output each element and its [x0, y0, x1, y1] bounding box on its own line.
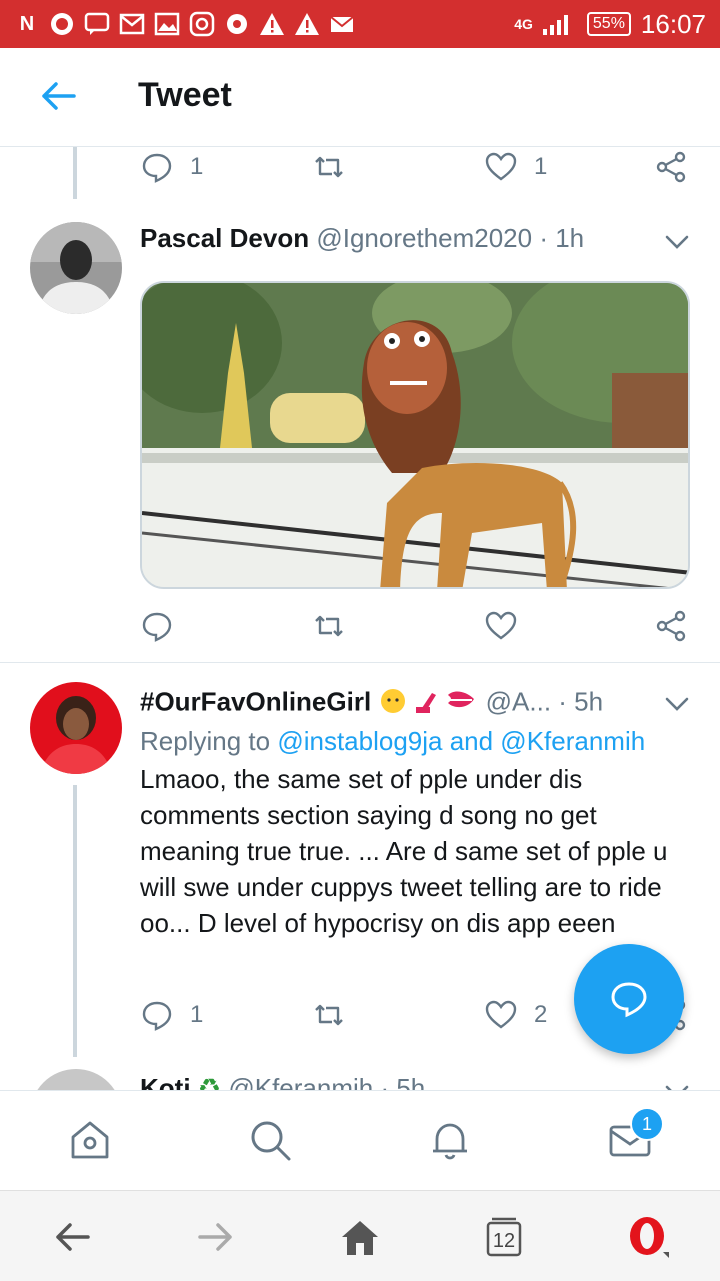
- like-button[interactable]: 1: [484, 150, 547, 184]
- arrow-right-icon: [198, 1223, 232, 1251]
- tweet-time: · 5h: [558, 686, 604, 717]
- heart-icon: [485, 152, 517, 181]
- reply-icon: [611, 982, 647, 1018]
- browser-forward-button[interactable]: [192, 1213, 240, 1261]
- retweet-button[interactable]: [312, 150, 346, 184]
- browser-back-button[interactable]: [48, 1213, 96, 1261]
- tweet-actions: [140, 606, 700, 646]
- user-handle[interactable]: @A...: [486, 686, 551, 716]
- reply-count: 1: [190, 1001, 204, 1028]
- heart-icon: [485, 1000, 517, 1029]
- browser-tabs-button[interactable]: 12: [480, 1213, 528, 1261]
- user-handle[interactable]: @Kferanmih: [228, 1073, 373, 1090]
- reply-button[interactable]: 1: [140, 150, 203, 184]
- replying-to: Replying to @instablog9ja and @Kferanmih: [140, 726, 645, 757]
- reply-icon: [142, 612, 172, 642]
- tweet-time: · 1h: [539, 223, 585, 253]
- thread-line: [73, 785, 77, 1057]
- chevron-down-icon[interactable]: [664, 695, 690, 713]
- tweet-header: #OurFavOnlineGirl @A... · 5h: [140, 685, 603, 722]
- user-name[interactable]: #OurFavOnlineGirl: [140, 686, 371, 716]
- warning-icon: [294, 11, 320, 37]
- user-handle[interactable]: @Ignorethem2020: [316, 223, 532, 253]
- like-count: 2: [534, 1001, 548, 1028]
- share-icon: [656, 610, 686, 642]
- tweet-header: Koti ♻ @Kferanmih · 5h: [140, 1073, 425, 1090]
- emoji-icons: [378, 685, 478, 722]
- tab-count: 12: [492, 1229, 516, 1252]
- reply-button[interactable]: [140, 609, 174, 643]
- instagram-icon: [189, 11, 215, 37]
- notification-badge: 1: [630, 1107, 664, 1141]
- n-icon: N: [19, 12, 35, 35]
- avatar[interactable]: [30, 682, 122, 774]
- clock: 16:07: [640, 8, 706, 39]
- share-button[interactable]: [654, 150, 688, 184]
- tweet-divider: [0, 662, 720, 663]
- retweet-button[interactable]: [312, 998, 346, 1032]
- gallery-icon: [154, 11, 180, 37]
- opera-mini-icon: [224, 11, 250, 37]
- status-bar: N 4G 55% 16:07: [0, 0, 720, 48]
- avatar[interactable]: [30, 222, 122, 314]
- tweet-header: Pascal Devon @Ignorethem2020 · 1h: [140, 223, 584, 254]
- tweet-actions: 1 1: [140, 147, 700, 187]
- warning-icon: [259, 11, 285, 37]
- whatsapp-icon: [49, 11, 75, 37]
- avatar[interactable]: [30, 1069, 122, 1090]
- reply-icon: [142, 153, 172, 183]
- opera-icon: [630, 1217, 669, 1258]
- retweet-icon: [315, 1004, 343, 1026]
- search-icon: [251, 1121, 291, 1161]
- retweet-icon: [315, 156, 343, 178]
- mention-links[interactable]: @instablog9ja and @Kferanmih: [277, 726, 645, 756]
- battery-indicator: 55%: [586, 12, 631, 36]
- retweet-icon: [315, 615, 343, 637]
- network-type: 4G: [514, 16, 533, 32]
- user-name[interactable]: Koti: [140, 1073, 191, 1090]
- heart-icon: [485, 611, 517, 640]
- browser-home-button[interactable]: [336, 1213, 384, 1261]
- reply-button[interactable]: 1: [140, 998, 203, 1032]
- signal-icon: [542, 15, 568, 35]
- like-button[interactable]: [484, 609, 518, 643]
- tab-notifications[interactable]: [425, 1115, 475, 1165]
- user-name[interactable]: Pascal Devon: [140, 223, 309, 253]
- app-header: Tweet: [0, 48, 720, 147]
- home-icon: [342, 1221, 378, 1255]
- tab-search[interactable]: [245, 1115, 295, 1165]
- message-icon: [84, 11, 110, 37]
- compose-reply-button[interactable]: [574, 944, 684, 1054]
- like-button[interactable]: 2: [484, 998, 547, 1032]
- mail-icon: [329, 11, 355, 37]
- thread-line: [73, 147, 77, 199]
- share-button[interactable]: [654, 609, 688, 643]
- bottom-tab-bar: 1: [0, 1090, 720, 1191]
- tweet-image[interactable]: [140, 281, 690, 589]
- tweet-time: · 5h: [380, 1073, 426, 1090]
- opera-menu-button[interactable]: [624, 1213, 672, 1261]
- like-count: 1: [534, 153, 548, 180]
- page-title: Tweet: [138, 76, 232, 114]
- tweet-text: Lmaoo, the same set of pple under dis co…: [140, 764, 668, 938]
- back-arrow-icon[interactable]: [40, 81, 76, 111]
- retweet-button[interactable]: [312, 609, 346, 643]
- reply-icon: [142, 1001, 172, 1031]
- chevron-down-icon[interactable]: [664, 1083, 690, 1090]
- bell-icon: [433, 1123, 467, 1160]
- recycle-emoji-icon: ♻: [197, 1073, 222, 1090]
- share-icon: [656, 151, 686, 183]
- reply-count: 1: [190, 153, 204, 180]
- browser-nav-bar: 12: [0, 1190, 720, 1281]
- arrow-left-icon: [56, 1223, 90, 1251]
- home-icon: [71, 1121, 109, 1159]
- gmail-icon: [119, 11, 145, 37]
- tab-home[interactable]: [65, 1115, 115, 1165]
- replying-prefix: Replying to: [140, 726, 278, 756]
- chevron-down-icon[interactable]: [664, 233, 690, 251]
